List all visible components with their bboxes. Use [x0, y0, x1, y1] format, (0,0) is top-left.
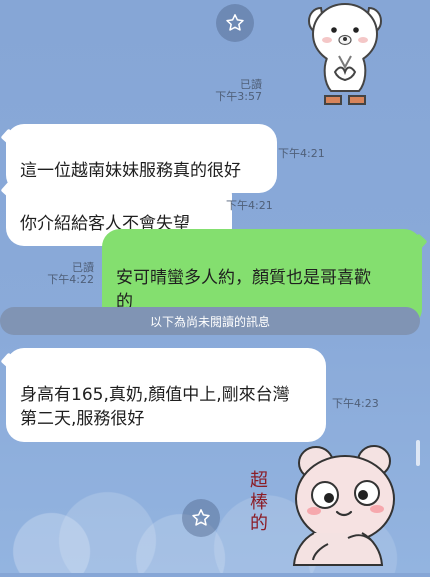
bear-sticker-bottom-image: [292, 445, 395, 566]
top-message-meta: 已讀 下午3:57: [188, 79, 262, 102]
favorite-sticker-button[interactable]: [182, 499, 220, 537]
scrollbar-thumb[interactable]: [416, 440, 420, 466]
message-time: 下午3:57: [215, 89, 262, 103]
message-bubble-incoming[interactable]: 身高有165,真奶,顏值中上,剛來台灣 第二天,服務很好: [6, 348, 326, 442]
message-meta: 下午4:21: [226, 200, 276, 212]
message-meta: 下午4:23: [332, 398, 386, 410]
message-time: 下午4:21: [278, 147, 325, 160]
star-icon: [226, 14, 244, 31]
bear-sticker-top-image: [307, 3, 383, 105]
favorite-sticker-button[interactable]: [216, 4, 254, 42]
message-text: 身高有165,真奶,顏值中上,剛來台灣 第二天,服務很好: [20, 384, 290, 430]
message-text: 安可晴蠻多人約，顏質也是哥喜歡 的: [116, 267, 371, 313]
message-meta: 下午4:21: [278, 148, 328, 160]
message-time: 下午4:22: [47, 272, 94, 286]
unread-divider-text: 以下為尚未閱讀的訊息: [149, 314, 270, 329]
read-status: 已讀: [240, 78, 262, 91]
sticker-caption: 超 棒 的: [250, 470, 268, 535]
bear-sticker-top: [303, 0, 387, 106]
message-time: 下午4:21: [226, 199, 273, 212]
unread-divider: 以下為尚未閱讀的訊息: [0, 307, 420, 335]
message-time: 下午4:23: [332, 397, 379, 410]
bear-sticker-bottom: [250, 437, 430, 573]
star-icon: [192, 509, 210, 526]
outgoing-message-meta: 已讀 下午4:22: [44, 262, 94, 285]
read-status: 已讀: [72, 261, 94, 274]
